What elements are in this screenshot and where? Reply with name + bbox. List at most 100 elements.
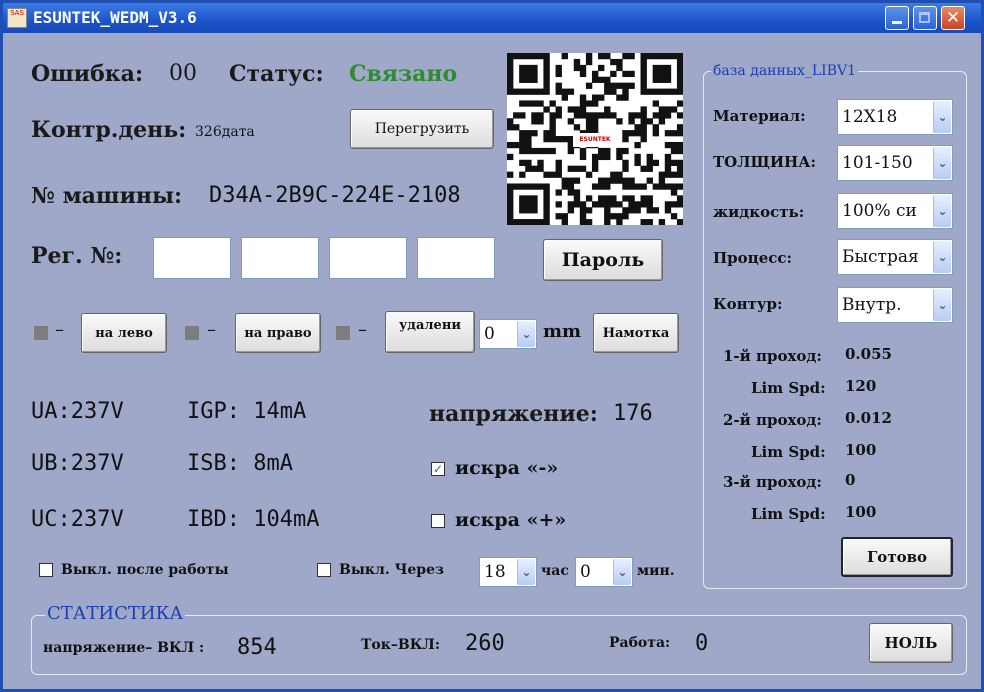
status-label: Статус: — [229, 61, 324, 87]
qr-module — [567, 147, 575, 155]
hours-select[interactable]: 18 ⌄ — [479, 557, 537, 587]
qr-module — [628, 53, 635, 60]
main-window: SAS ESUNTEK_WEDM_V3.6 ✕ Ошибка: 00 Стату… — [0, 0, 984, 692]
qr-module — [598, 76, 605, 83]
remove-button[interactable]: удалени — [385, 311, 475, 353]
qr-module — [670, 183, 678, 190]
qr-module — [573, 112, 581, 119]
ub-readout: UB:237V — [31, 451, 124, 476]
shutdown-after-work-checkbox[interactable] — [39, 563, 53, 577]
left-indicator — [34, 326, 48, 340]
qr-module — [537, 165, 544, 172]
qr-module — [646, 153, 653, 161]
move-right-button[interactable]: на право — [235, 313, 321, 353]
reset-button[interactable]: НОЛЬ — [869, 623, 953, 663]
qr-module — [549, 118, 556, 125]
uc-readout: UC:237V — [31, 507, 124, 532]
chevron-down-icon: ⌄ — [517, 559, 535, 585]
igp-readout: IGP: 14mA — [187, 399, 307, 424]
qr-module — [598, 112, 605, 119]
right-dash: – — [207, 319, 216, 340]
qr-module — [640, 130, 647, 137]
fluid-select[interactable]: 100% си ⌄ — [837, 193, 953, 229]
qr-module — [561, 136, 568, 143]
contour-select[interactable]: Внутр. ⌄ — [837, 287, 953, 323]
app-icon: SAS — [7, 8, 27, 28]
qr-module — [604, 177, 611, 184]
qr-module — [598, 177, 605, 184]
pass2-label: 2-й проход: — [723, 411, 822, 429]
shutdown-timer-label: Выкл. Через — [339, 562, 444, 578]
qr-module — [555, 159, 562, 166]
voltage-value: 176 — [613, 401, 653, 426]
qr-module — [670, 171, 678, 178]
qr-module — [591, 70, 599, 78]
qr-module — [634, 153, 641, 161]
qr-module — [519, 147, 526, 155]
spark-plus-checkbox[interactable] — [431, 514, 445, 528]
minutes-select[interactable]: 0 ⌄ — [575, 557, 633, 587]
material-select[interactable]: 12X18 ⌄ — [837, 99, 953, 135]
qr-module — [598, 153, 605, 161]
qr-module — [579, 201, 587, 208]
qr-module — [519, 70, 526, 78]
process-select[interactable]: Быстрая ⌄ — [837, 239, 953, 275]
offset-value: 0 — [484, 324, 495, 344]
qr-module — [664, 70, 672, 78]
qr-module — [640, 195, 647, 202]
qr-module — [616, 82, 623, 89]
close-button[interactable]: ✕ — [941, 6, 965, 30]
spark-minus-checkbox[interactable]: ✓ — [431, 462, 445, 476]
qr-module — [610, 82, 617, 89]
registration-field-1[interactable] — [153, 237, 231, 279]
thickness-select[interactable]: 101-150 ⌄ — [837, 145, 953, 181]
qr-module — [537, 88, 544, 95]
registration-label: Рег. №: — [31, 243, 123, 269]
qr-module — [676, 219, 684, 226]
qr-module — [616, 219, 623, 226]
reboot-button[interactable]: Перегрузить — [350, 109, 494, 149]
qr-module — [591, 159, 599, 166]
qr-module — [549, 112, 556, 119]
qr-module — [555, 136, 562, 143]
qr-module — [579, 64, 587, 72]
qr-module — [676, 64, 684, 72]
qr-module — [573, 201, 581, 208]
registration-field-2[interactable] — [241, 237, 319, 279]
qr-module — [598, 147, 605, 155]
qr-module — [664, 153, 672, 161]
winding-button[interactable]: Намотка — [593, 313, 679, 353]
ready-button[interactable]: Готово — [841, 537, 953, 577]
qr-module — [543, 106, 550, 113]
registration-field-4[interactable] — [417, 237, 495, 279]
password-button[interactable]: Пароль — [543, 239, 663, 281]
qr-module — [573, 64, 581, 72]
qr-module — [640, 165, 647, 172]
lim1-label: Lim Spd: — [751, 379, 826, 397]
qr-module — [573, 189, 581, 196]
title-bar[interactable]: SAS ESUNTEK_WEDM_V3.6 ✕ — [3, 3, 981, 33]
pass1-label: 1-й проход: — [723, 347, 822, 365]
shutdown-timer-checkbox[interactable] — [317, 563, 331, 577]
offset-select[interactable]: 0 ⌄ — [479, 319, 537, 349]
qr-module — [622, 207, 629, 214]
registration-field-3[interactable] — [329, 237, 407, 279]
qr-module — [591, 201, 599, 208]
qr-module — [622, 94, 629, 101]
qr-module — [507, 195, 514, 202]
qr-module — [561, 88, 568, 95]
qr-module — [525, 100, 532, 107]
qr-module — [622, 136, 629, 143]
qr-module — [507, 189, 514, 196]
close-icon: ✕ — [945, 8, 961, 28]
qr-module — [561, 94, 568, 101]
qr-module — [573, 195, 581, 202]
maximize-button[interactable] — [913, 6, 937, 30]
qr-module — [628, 201, 635, 208]
qr-module — [549, 130, 556, 137]
lim1-value: 120 — [845, 377, 877, 395]
move-left-button[interactable]: на лево — [81, 313, 167, 353]
qr-module — [604, 82, 611, 89]
minimize-button[interactable] — [885, 6, 909, 30]
qr-module — [634, 130, 641, 137]
